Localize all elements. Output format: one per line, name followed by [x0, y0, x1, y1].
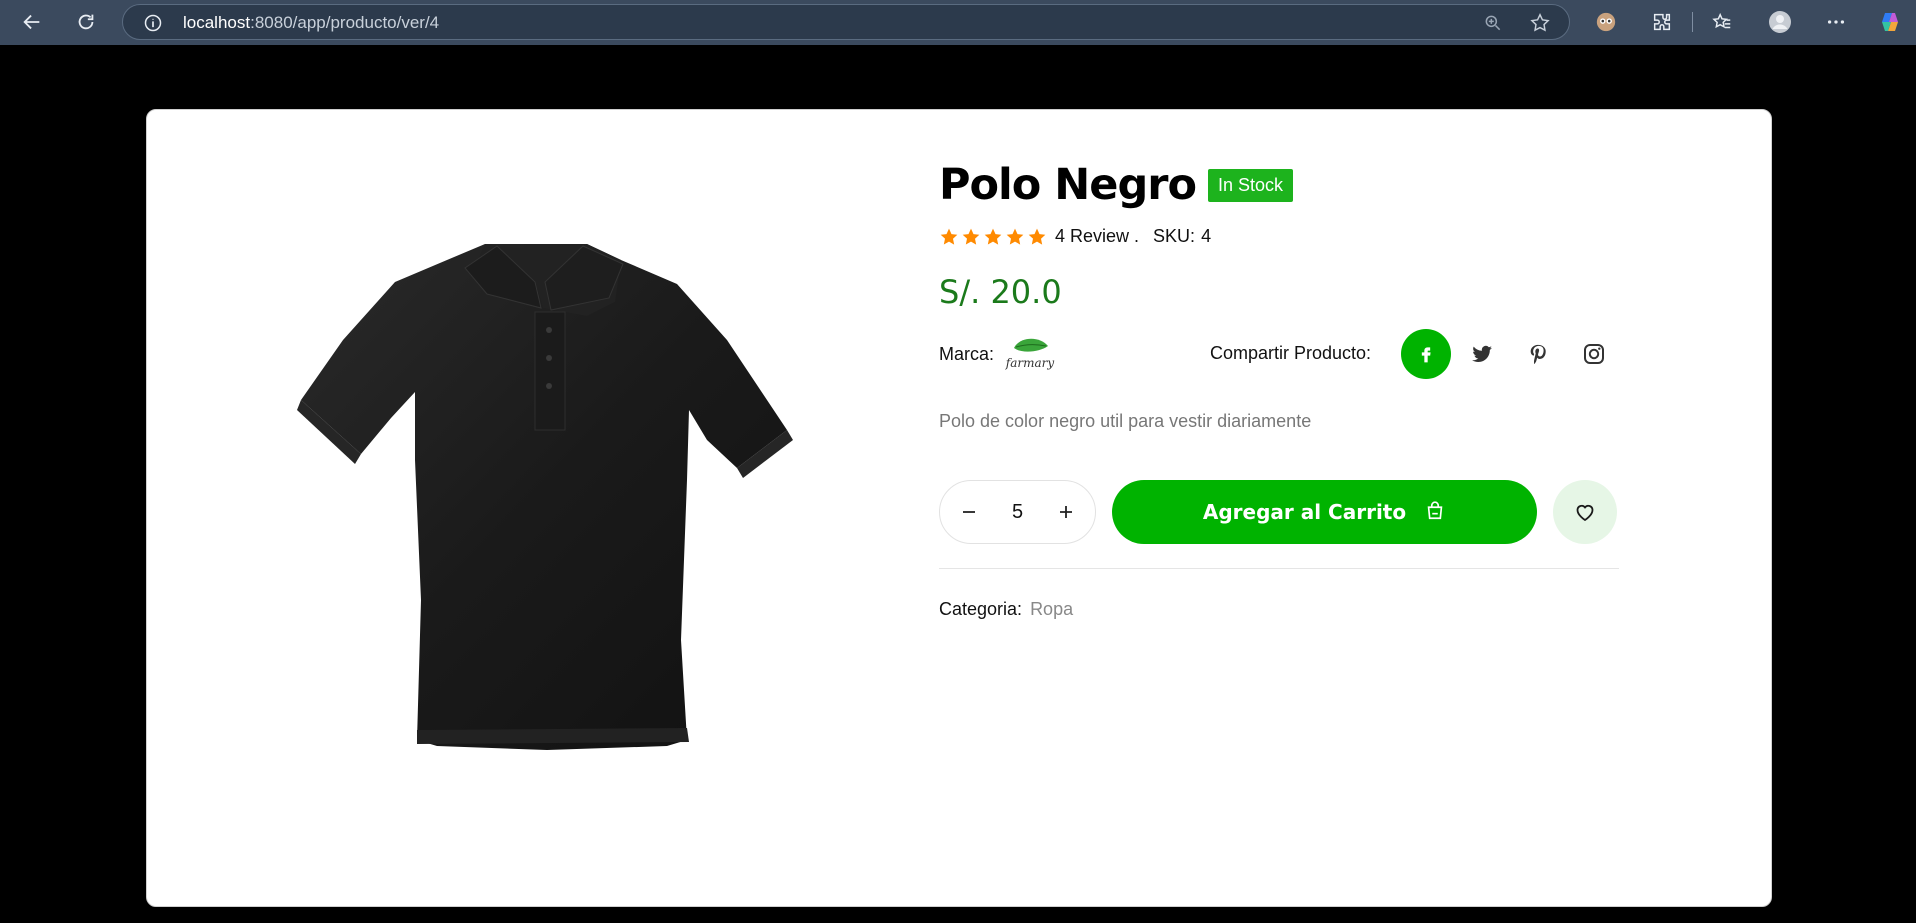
svg-text:farmary: farmary	[1005, 356, 1055, 370]
quantity-stepper: 5	[939, 480, 1096, 544]
category-label: Categoria:	[939, 599, 1023, 619]
star-icon	[1006, 228, 1024, 245]
extensions-icon[interactable]	[1650, 10, 1674, 34]
category-link[interactable]: Ropa	[1030, 599, 1073, 620]
sku: SKU: 4	[1153, 226, 1211, 247]
site-info-icon[interactable]	[143, 13, 163, 38]
sku-value: 4	[1201, 226, 1212, 246]
toolbar-divider	[1692, 12, 1693, 32]
product-image	[297, 220, 857, 780]
instagram-icon[interactable]	[1569, 329, 1619, 379]
product-details: Polo Negro In Stock 4 Review . SKU: 4 S/…	[939, 160, 1629, 620]
browser-toolbar: localhost:8080/app/producto/ver/4	[0, 0, 1916, 45]
rating-stars	[939, 227, 1049, 247]
divider	[939, 568, 1619, 569]
page-viewport: Polo Negro In Stock 4 Review . SKU: 4 S/…	[2, 47, 1916, 923]
facebook-icon[interactable]	[1401, 329, 1451, 379]
star-icon	[940, 228, 958, 245]
brand-logo[interactable]: farmary	[1002, 334, 1058, 374]
zoom-icon[interactable]	[1483, 13, 1503, 38]
favorites-icon[interactable]	[1710, 10, 1734, 34]
pinterest-icon[interactable]	[1513, 329, 1563, 379]
product-price: S/. 20.0	[939, 273, 1062, 311]
share-label: Compartir Producto:	[1210, 343, 1372, 363]
decrease-quantity-button[interactable]	[954, 497, 984, 527]
wishlist-button[interactable]	[1553, 480, 1617, 544]
category: Categoria: Ropa	[939, 599, 1629, 620]
add-to-cart-button[interactable]: Agregar al Carrito	[1112, 480, 1537, 544]
more-menu-icon[interactable]	[1824, 10, 1848, 34]
shopping-bag-icon	[1424, 499, 1446, 526]
product-description: Polo de color negro util para vestir dia…	[939, 411, 1312, 431]
address-bar[interactable]: localhost:8080/app/producto/ver/4	[122, 4, 1570, 40]
profile-avatar-icon[interactable]	[1768, 10, 1792, 34]
product-card: Polo Negro In Stock 4 Review . SKU: 4 S/…	[146, 109, 1772, 907]
quantity-value[interactable]: 5	[1012, 501, 1023, 524]
star-icon	[962, 228, 980, 245]
heart-icon	[1576, 504, 1594, 522]
product-title: Polo Negro	[939, 160, 1197, 210]
review-count[interactable]: 4 Review .	[1055, 226, 1139, 247]
increase-quantity-button[interactable]	[1051, 497, 1081, 527]
reload-icon[interactable]	[74, 10, 98, 34]
sku-label: SKU:	[1153, 226, 1196, 246]
twitter-icon[interactable]	[1457, 329, 1507, 379]
stock-badge: In Stock	[1208, 168, 1294, 202]
extension-avatar-icon[interactable]	[1594, 10, 1618, 34]
favorite-star-icon[interactable]	[1529, 12, 1551, 39]
copilot-icon[interactable]	[1878, 10, 1902, 34]
url-text[interactable]: localhost:8080/app/producto/ver/4	[183, 13, 439, 33]
star-icon	[1028, 228, 1046, 245]
brand-label: Marca:	[939, 343, 995, 364]
add-to-cart-label: Agregar al Carrito	[1202, 500, 1407, 524]
star-icon	[984, 228, 1002, 245]
back-icon[interactable]	[20, 10, 44, 34]
